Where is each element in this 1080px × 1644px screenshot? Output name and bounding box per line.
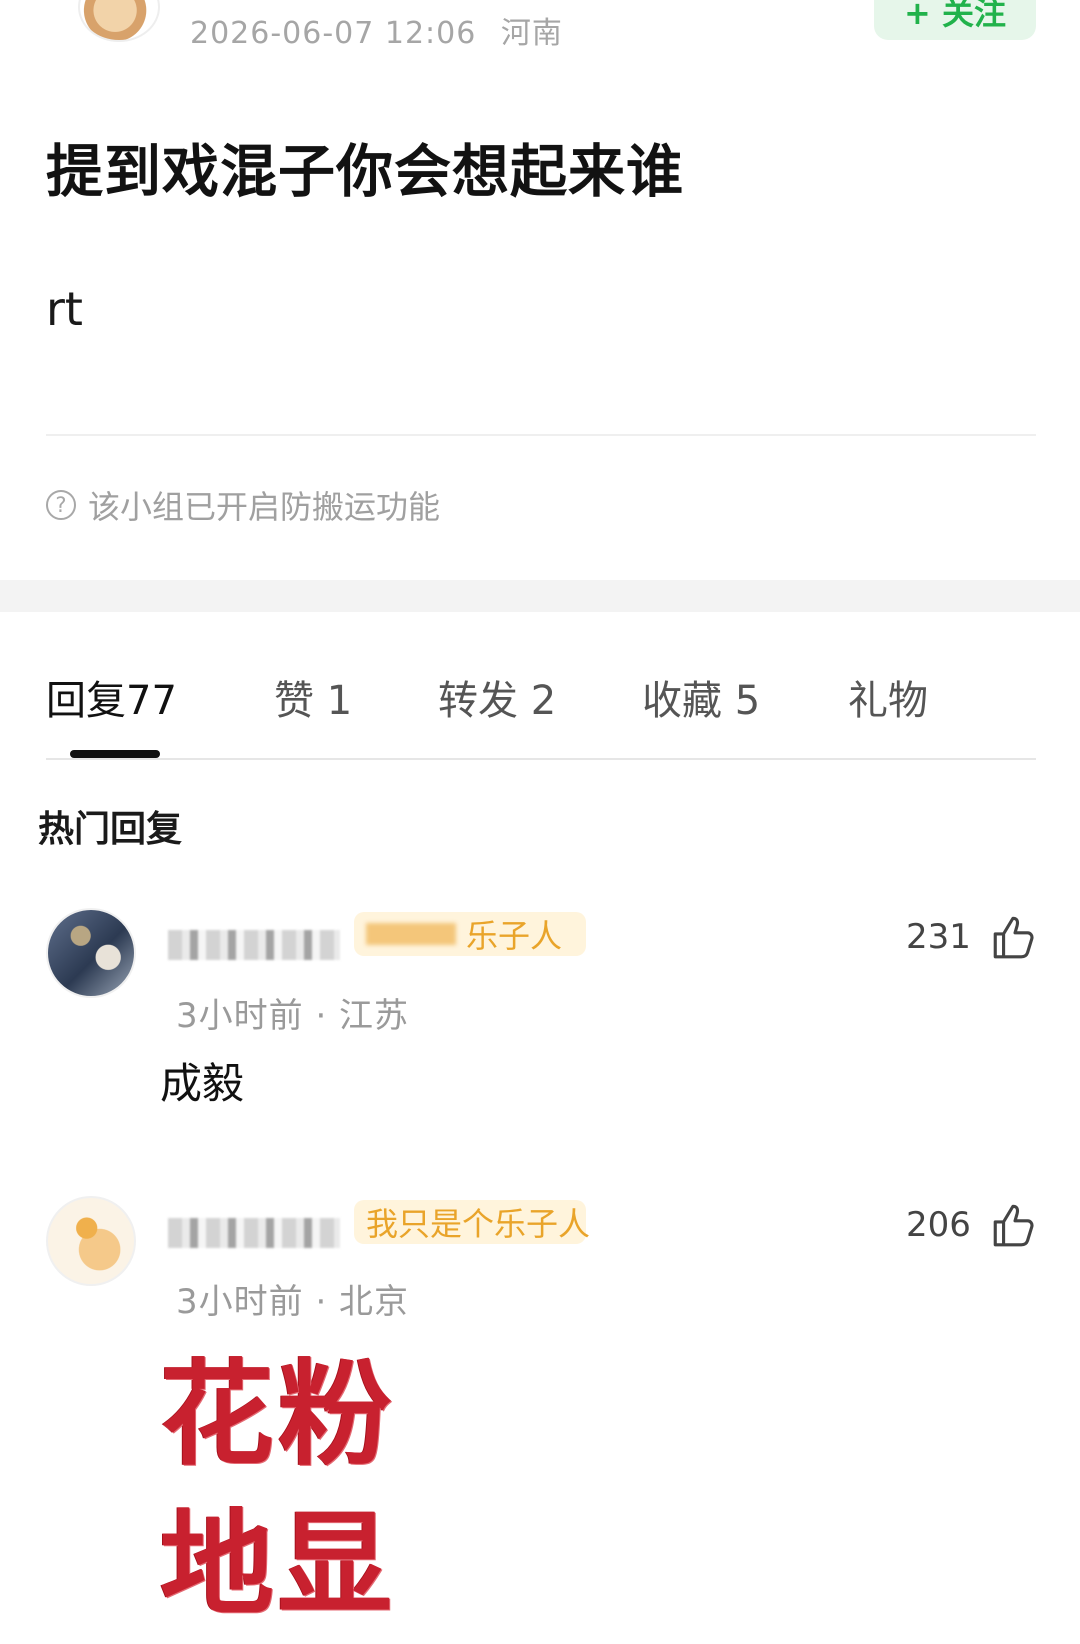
thumbs-up-icon[interactable]: [989, 1200, 1039, 1250]
user-badge: 我只是个乐子人: [354, 1200, 590, 1244]
commenter-avatar[interactable]: [46, 908, 136, 998]
post-meta: 2026-06-07 12:06 河南: [190, 8, 563, 52]
comment-sticker-image[interactable]: 花粉 地显: [160, 1340, 430, 1640]
question-circle-icon: ?: [46, 490, 76, 520]
active-tab-indicator: [70, 750, 160, 758]
post-timestamp: 2026-06-07 12:06: [190, 16, 477, 51]
divider: [46, 434, 1036, 436]
sticker-text-line: 花粉: [160, 1348, 397, 1481]
tab-label: 转发: [438, 678, 518, 724]
author-avatar[interactable]: [78, 0, 160, 42]
tab-gifts[interactable]: 礼物: [848, 668, 928, 726]
commenter-name-blurred[interactable]: [168, 930, 340, 960]
like-count[interactable]: 206: [906, 1200, 1039, 1250]
sticker-text-line: 地显: [160, 1498, 397, 1631]
post-location: 河南: [500, 16, 563, 51]
divider: [46, 758, 1036, 760]
comment-meta: 3小时前 · 北京: [176, 1282, 410, 1322]
like-count[interactable]: 231: [906, 912, 1039, 962]
section-separator: [0, 580, 1080, 612]
tab-count: 5: [734, 678, 761, 724]
tab-reposts[interactable]: 转发 2: [438, 668, 556, 726]
tab-count: 77: [126, 678, 177, 724]
badge-text: 乐子人: [466, 917, 563, 955]
tab-count: 2: [530, 678, 557, 724]
hot-replies-heading: 热门回复: [38, 809, 183, 850]
post-title: 提到戏混子你会想起来谁: [46, 139, 684, 205]
interaction-tabs: 回复77 赞 1 转发 2 收藏 5 礼物: [46, 668, 1036, 728]
tab-replies[interactable]: 回复77: [46, 668, 177, 726]
badge-text: 我只是个乐子人: [366, 1205, 591, 1243]
like-number: 231: [906, 917, 971, 957]
comment-text: 成毅: [160, 1059, 245, 1108]
tab-label: 收藏: [642, 678, 722, 724]
commenter-name-blurred[interactable]: [168, 1218, 340, 1248]
tab-label: 礼物: [848, 678, 928, 724]
notice-text: 该小组已开启防搬运功能: [88, 488, 441, 526]
tab-count: 1: [326, 678, 353, 724]
user-badge: 乐子人: [354, 912, 586, 956]
thumbs-up-icon[interactable]: [989, 912, 1039, 962]
tab-likes[interactable]: 赞 1: [274, 668, 352, 726]
tab-label: 回复: [46, 678, 126, 724]
like-number: 206: [906, 1205, 971, 1245]
post-body: rt: [46, 282, 83, 336]
commenter-avatar[interactable]: [46, 1196, 136, 1286]
badge-blur: [366, 923, 456, 945]
anti-repost-notice[interactable]: ? 该小组已开启防搬运功能: [46, 482, 440, 528]
tab-collections[interactable]: 收藏 5: [642, 668, 760, 726]
tab-label: 赞: [274, 678, 314, 724]
comment-meta: 3小时前 · 江苏: [176, 996, 410, 1036]
follow-button[interactable]: + 关注: [874, 0, 1036, 40]
